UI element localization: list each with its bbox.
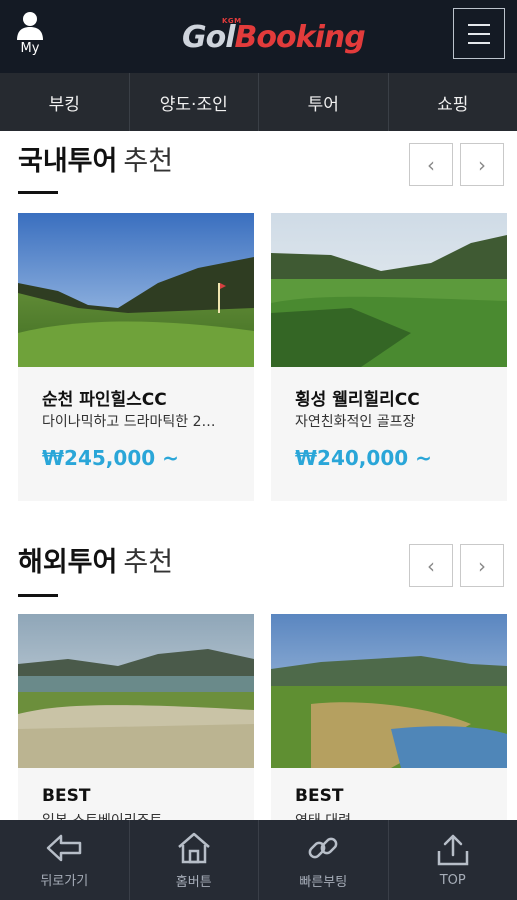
tour-card[interactable]: BEST 연태 대련: [271, 614, 507, 820]
section-title: 해외투어 추천: [18, 540, 173, 579]
nav-tour[interactable]: 투어: [259, 73, 389, 131]
course-name: 횡성 웰리힐리CC: [295, 390, 420, 410]
course-price: ₩245,000 ~: [42, 446, 179, 470]
back-button[interactable]: 뒤로가기: [0, 820, 130, 900]
nav-booking[interactable]: 부킹: [0, 73, 130, 131]
my-label: My: [20, 41, 40, 56]
section-title: 국내투어 추천: [18, 139, 173, 178]
nav-transfer-join[interactable]: 양도·조인: [130, 73, 259, 131]
top-header: My KGM GolBooking: [0, 0, 517, 73]
back-arrow-icon: [47, 834, 82, 861]
overseas-tour-section: 해외투어추천 ‹ › BEST 일본 스트베이리조트: [0, 530, 517, 820]
next-arrow-button[interactable]: ›: [460, 143, 504, 186]
course-name: BEST: [42, 786, 91, 806]
golf-course-image: [18, 213, 254, 367]
menu-line-icon: [468, 42, 490, 44]
quick-booking-label: 빠른부팅: [299, 874, 348, 890]
bottom-toolbar: 뒤로가기 홈버튼 빠른부팅 TOP: [0, 820, 517, 900]
section-title-bold: 국내투어: [18, 146, 118, 177]
section-title-rest: 추천: [123, 547, 174, 578]
domestic-tour-section: 국내투어 추천 ‹ › 순천 파인힐스CC 다이나믹하고 드라마틱한 2… ₩24…: [0, 131, 517, 511]
course-name: BEST: [295, 786, 344, 806]
next-arrow-button[interactable]: ›: [460, 544, 504, 587]
logo-gol: Gol: [182, 20, 236, 55]
golf-course-image: [18, 614, 254, 768]
back-label: 뒤로가기: [40, 873, 89, 889]
course-description: 다이나믹하고 드라마틱한 2…: [42, 414, 216, 430]
quick-booking-button[interactable]: 빠른부팅: [259, 820, 389, 900]
my-account-button[interactable]: My: [8, 10, 52, 65]
home-label: 홈버튼: [175, 874, 212, 890]
golf-course-image: [271, 614, 507, 768]
tour-card[interactable]: 횡성 웰리힐리CC 자연친화적인 골프장 ₩240,000 ~: [271, 213, 507, 501]
user-icon: [17, 12, 43, 40]
menu-line-icon: [468, 24, 490, 26]
logo-booking: Booking: [234, 20, 366, 55]
course-description: 일본 스트베이리조트: [42, 810, 242, 820]
main-nav: 부킹 양도·조인 투어 쇼핑: [0, 73, 517, 131]
prev-arrow-button[interactable]: ‹: [409, 544, 453, 587]
section-title-rest: 추천: [123, 146, 174, 177]
section-underline: [18, 594, 58, 597]
tour-card[interactable]: BEST 일본 스트베이리조트: [18, 614, 254, 820]
link-icon: [308, 837, 338, 858]
golf-course-image: [271, 213, 507, 367]
hamburger-menu-button[interactable]: [453, 8, 505, 59]
logo-small-text: KGM: [222, 17, 242, 25]
home-button[interactable]: 홈버튼: [130, 820, 259, 900]
section-underline: [18, 191, 58, 194]
menu-line-icon: [468, 33, 490, 35]
course-description: 연태 대련: [295, 810, 495, 820]
course-name: 순천 파인힐스CC: [42, 390, 167, 410]
golbooking-logo[interactable]: KGM GolBooking: [182, 17, 366, 60]
course-price: ₩240,000 ~: [295, 446, 432, 470]
top-button[interactable]: TOP: [389, 820, 517, 900]
prev-arrow-button[interactable]: ‹: [409, 143, 453, 186]
tour-card[interactable]: 순천 파인힐스CC 다이나믹하고 드라마틱한 2… ₩245,000 ~: [18, 213, 254, 501]
course-description: 자연친화적인 골프장: [295, 414, 416, 430]
nav-shopping[interactable]: 쇼핑: [389, 73, 517, 131]
home-icon: [177, 832, 210, 863]
section-title-bold: 해외투어: [18, 547, 118, 578]
upload-top-icon: [437, 834, 468, 865]
top-label: TOP: [439, 872, 466, 888]
